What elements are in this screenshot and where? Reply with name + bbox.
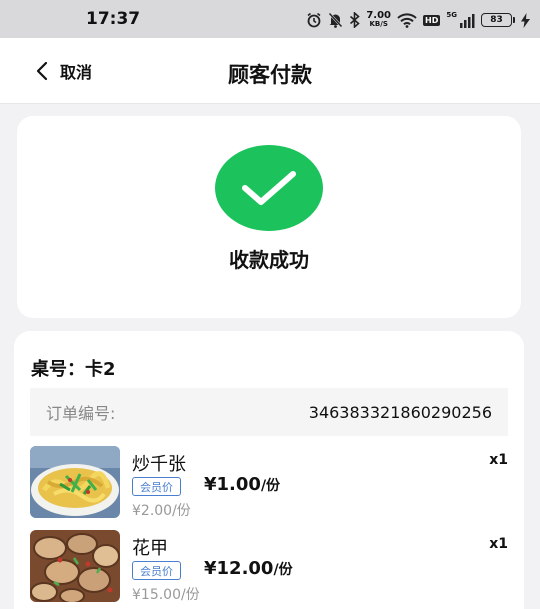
wifi-icon <box>397 12 417 28</box>
signal-5g-label: 5G <box>446 11 457 19</box>
status-bar: 17:37 7.00 KB/S HD 5G 83 <box>0 0 540 38</box>
original-price: ¥2.00/份 <box>132 503 191 519</box>
member-price-value: ¥12.00 <box>204 558 274 579</box>
mute-bell-icon <box>328 12 344 28</box>
order-number-value: 346383321860290256 <box>308 402 492 422</box>
order-number-label: 订单编号: <box>46 404 116 423</box>
charging-icon <box>521 12 530 28</box>
member-price-badge: 会员价 <box>132 477 181 496</box>
order-number-row: 订单编号: 346383321860290256 <box>30 388 508 436</box>
order-details-card: 桌号：卡2 订单编号: 346383321860290256 炒千张 x1 会员… <box>14 331 524 609</box>
dish-item: 炒千张 x1 会员价 ¥1.00/份 ¥2.00/份 <box>30 446 508 524</box>
signal-icon <box>459 13 475 28</box>
dish-photo <box>30 530 120 602</box>
payment-success-card: 收款成功 <box>17 116 521 318</box>
dish-item: 花甲 x1 会员价 ¥12.00/份 ¥15.00/份 <box>30 530 508 608</box>
member-price: ¥1.00/份 <box>204 474 280 495</box>
battery-level: 83 <box>481 13 512 27</box>
status-icons: 7.00 KB/S HD 5G 83 <box>306 10 530 30</box>
page-title: 顾客付款 <box>228 63 312 87</box>
bluetooth-icon <box>349 12 361 28</box>
battery-indicator: 83 <box>481 13 515 27</box>
member-price: ¥12.00/份 <box>204 558 293 579</box>
dish-name: 花甲 <box>132 538 168 559</box>
net-speed-value: 7.00 <box>366 10 392 21</box>
member-price-unit: /份 <box>273 562 293 578</box>
hd-badge: HD <box>423 14 441 26</box>
dish-name: 炒千张 <box>132 454 186 475</box>
member-price-value: ¥1.00 <box>204 474 261 495</box>
dish-quantity: x1 <box>489 536 508 552</box>
dish-quantity: x1 <box>489 452 508 468</box>
net-speed-unit: KB/S <box>369 20 388 28</box>
alarm-icon <box>306 12 322 28</box>
member-price-unit: /份 <box>260 478 281 494</box>
success-message: 收款成功 <box>229 248 309 272</box>
net-speed: 7.00 KB/S <box>366 11 391 29</box>
status-time: 17:37 <box>86 9 141 29</box>
battery-tip <box>513 17 515 23</box>
dish-photo <box>30 446 120 518</box>
original-price: ¥15.00/份 <box>132 587 200 603</box>
table-number: 桌号：卡2 <box>31 359 116 380</box>
member-price-badge: 会员价 <box>132 561 181 580</box>
nav-bar: 取消 顾客付款 <box>0 38 540 104</box>
success-check-icon <box>215 145 323 231</box>
